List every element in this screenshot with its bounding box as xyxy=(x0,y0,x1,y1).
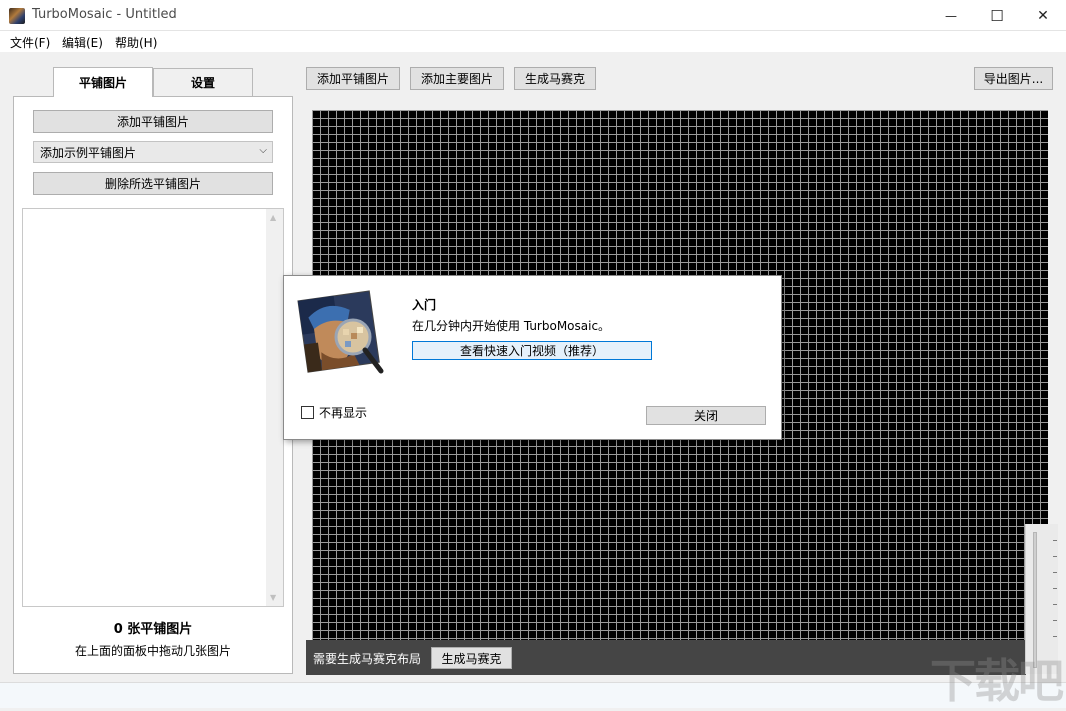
minimize-button[interactable]: — xyxy=(928,0,974,31)
close-icon: ✕ xyxy=(1037,7,1049,24)
tiles-list[interactable]: ▲ ▼ xyxy=(22,208,284,607)
close-window-button[interactable]: ✕ xyxy=(1020,0,1066,31)
watermark-logo: 下载吧 xyxy=(930,654,1064,708)
tile-count-label: 0 张平铺图片 xyxy=(113,622,193,637)
tiles-list-scrollbar[interactable]: ▲ ▼ xyxy=(266,209,283,606)
slider-tick xyxy=(1053,636,1057,637)
close-dialog-button[interactable]: 关闭 xyxy=(646,406,766,425)
dialog-subtitle: 在几分钟内开始使用 TurboMosaic。 xyxy=(412,319,611,333)
slider-tick xyxy=(1053,604,1057,605)
menu-file[interactable]: 文件(F) xyxy=(10,34,50,51)
menu-edit[interactable]: 编辑(E) xyxy=(62,34,103,51)
bottom-strip xyxy=(0,682,1066,708)
add-tiles-button[interactable]: 添加平铺图片 xyxy=(33,110,273,133)
title-bar: TurboMosaic - Untitled — ☐ ✕ xyxy=(0,0,1066,31)
menu-bar: 文件(F) 编辑(E) 帮助(H) xyxy=(0,31,1066,52)
watch-video-button[interactable]: 查看快速入门视频（推荐） xyxy=(412,341,652,360)
scroll-up-icon[interactable]: ▲ xyxy=(270,213,276,222)
slider-tick xyxy=(1053,620,1057,621)
minimize-icon: — xyxy=(945,8,957,23)
maximize-button[interactable]: ☐ xyxy=(974,0,1020,31)
export-image-button[interactable]: 导出图片... xyxy=(974,67,1053,90)
status-text: 需要生成马赛克布局 xyxy=(313,652,422,666)
dont-show-again-label[interactable]: 不再显示 xyxy=(319,404,367,421)
slider-tick xyxy=(1053,572,1057,573)
sample-tiles-select-value: 添加示例平铺图片 xyxy=(40,145,137,160)
tile-hint-label: 在上面的面板中拖动几张图片 xyxy=(74,644,231,658)
tab-settings[interactable]: 设置 xyxy=(153,68,253,96)
toolbar-add-tiles-button[interactable]: 添加平铺图片 xyxy=(306,67,400,90)
toolbar-generate-button[interactable]: 生成马赛克 xyxy=(514,67,596,90)
chevron-down-icon: ⌵ xyxy=(259,145,267,156)
toolbar-add-main-image-button[interactable]: 添加主要图片 xyxy=(410,67,504,90)
dialog-title: 入门 xyxy=(412,298,437,312)
tab-tiles[interactable]: 平铺图片 xyxy=(53,67,153,97)
mosaic-magnifier-icon xyxy=(297,290,384,374)
delete-selected-tiles-button[interactable]: 删除所选平铺图片 xyxy=(33,172,273,195)
scroll-down-icon[interactable]: ▼ xyxy=(270,593,276,602)
window-title: TurboMosaic - Untitled xyxy=(32,7,177,22)
slider-tick xyxy=(1053,588,1057,589)
status-generate-button[interactable]: 生成马赛克 xyxy=(431,647,512,669)
slider-tick xyxy=(1053,540,1057,541)
sample-tiles-select[interactable]: 添加示例平铺图片 ⌵ xyxy=(33,141,273,163)
menu-help[interactable]: 帮助(H) xyxy=(115,34,157,51)
turbomosaic-app-icon xyxy=(9,8,25,24)
maximize-icon: ☐ xyxy=(990,6,1004,25)
dont-show-again-checkbox[interactable] xyxy=(301,406,314,419)
slider-tick xyxy=(1053,556,1057,557)
